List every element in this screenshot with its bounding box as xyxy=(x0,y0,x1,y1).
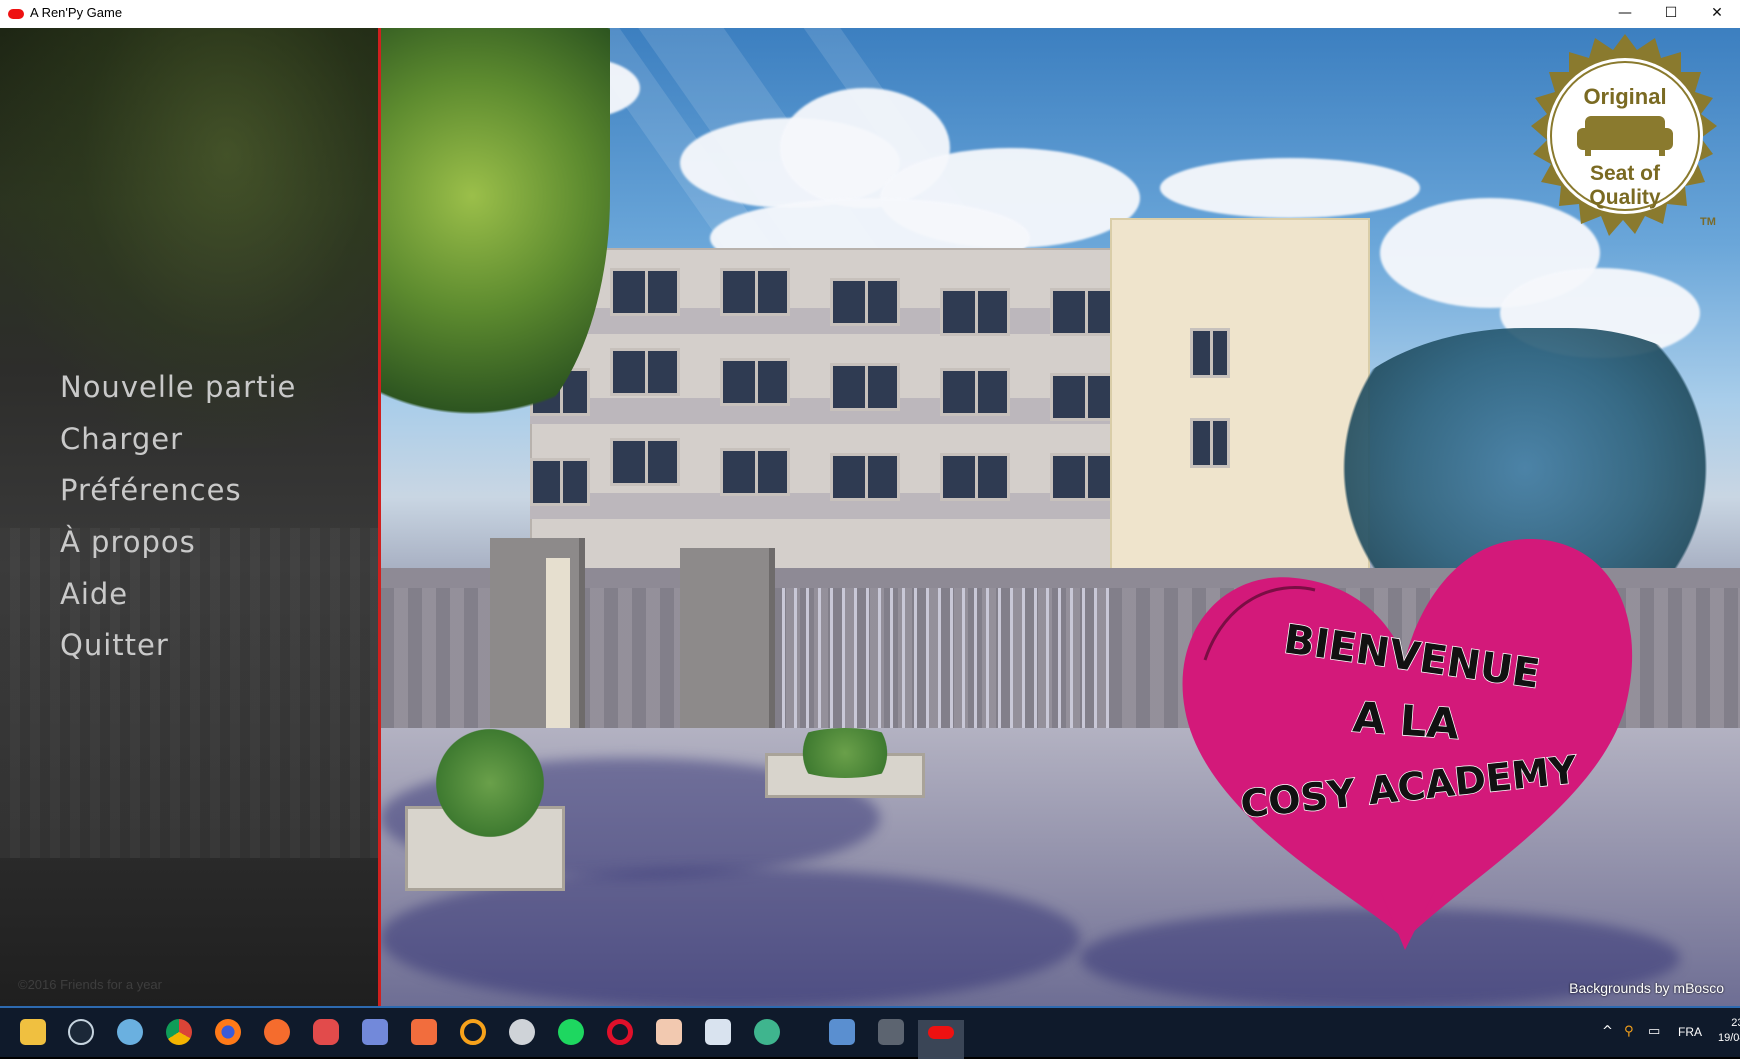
audio-icon[interactable] xyxy=(411,1019,437,1045)
discord-icon[interactable] xyxy=(362,1019,388,1045)
welcome-heart-sign: BIENVENUE A LA COSY ACADEMY xyxy=(1182,539,1633,950)
origin-icon[interactable] xyxy=(264,1019,290,1045)
menu-quit[interactable]: Quitter xyxy=(60,628,169,662)
gate-pillar xyxy=(490,538,585,748)
renpy-icon[interactable] xyxy=(928,1026,954,1039)
window xyxy=(610,438,680,486)
window xyxy=(1190,418,1230,468)
badge-line1: Original xyxy=(1583,84,1666,109)
game-viewport: Backgrounds by mBosco Original Seat of Q… xyxy=(0,28,1740,1006)
notepad-icon[interactable] xyxy=(705,1019,731,1045)
panel-fence-shade xyxy=(0,528,378,858)
spotify-icon[interactable] xyxy=(558,1019,584,1045)
menu-about[interactable]: À propos xyxy=(60,525,196,559)
tray-chevron-up-icon[interactable]: ^ xyxy=(1602,1024,1613,1039)
tray-clock[interactable]: 23 19/04 xyxy=(1718,1016,1740,1046)
search-tool-icon[interactable] xyxy=(460,1019,486,1045)
window xyxy=(1190,328,1230,378)
photos-icon[interactable] xyxy=(829,1019,855,1045)
window xyxy=(940,368,1010,416)
game-window-icon[interactable] xyxy=(878,1019,904,1045)
menu-preferences[interactable]: Préférences xyxy=(60,473,242,507)
window xyxy=(530,458,590,506)
file-explorer-icon[interactable] xyxy=(20,1019,46,1045)
opera-icon[interactable] xyxy=(607,1019,633,1045)
badge-trademark: TM xyxy=(1700,216,1716,228)
badge-line2: Seat of xyxy=(1590,162,1661,185)
chrome-icon[interactable] xyxy=(166,1019,192,1045)
window xyxy=(830,453,900,501)
steam-icon[interactable] xyxy=(68,1019,94,1045)
paint-icon[interactable] xyxy=(117,1019,143,1045)
menu-new-game[interactable]: Nouvelle partie xyxy=(60,370,296,404)
tray-language[interactable]: FRA xyxy=(1678,1025,1702,1039)
heart-line2: A LA xyxy=(1351,692,1461,748)
window xyxy=(610,348,680,396)
gate-name-sign xyxy=(546,558,570,728)
minimize-button[interactable]: — xyxy=(1602,0,1648,28)
tray-network-icon[interactable]: ▭ xyxy=(1648,1024,1660,1039)
shrub xyxy=(780,728,910,778)
window xyxy=(940,288,1010,336)
school-gate xyxy=(770,588,1110,738)
tray-date-text: 19/04 xyxy=(1718,1032,1740,1044)
gamepad-icon[interactable] xyxy=(313,1019,339,1045)
window xyxy=(720,358,790,406)
window xyxy=(610,268,680,316)
sofa-icon xyxy=(1577,116,1673,156)
window xyxy=(940,453,1010,501)
disc-icon[interactable] xyxy=(509,1019,535,1045)
window xyxy=(720,268,790,316)
window-title: A Ren'Py Game xyxy=(30,5,123,20)
tray-time-text: 23 xyxy=(1731,1017,1740,1029)
window xyxy=(830,278,900,326)
copyright-text: ©2016 Friends for a year xyxy=(18,977,162,992)
window xyxy=(720,448,790,496)
menu-divider-line xyxy=(378,28,381,1006)
close-button[interactable]: ✕ xyxy=(1694,0,1740,28)
background-credit: Backgrounds by mBosco xyxy=(1569,980,1724,996)
gate-pillar xyxy=(680,548,775,758)
tray-search-icon[interactable]: ⚲ xyxy=(1624,1024,1634,1039)
firefox-icon[interactable] xyxy=(215,1019,241,1045)
maximize-button[interactable]: ☐ xyxy=(1648,0,1694,28)
cloud xyxy=(1160,158,1420,218)
character-app-icon[interactable] xyxy=(656,1019,682,1045)
menu-help[interactable]: Aide xyxy=(60,577,128,611)
atom-icon[interactable] xyxy=(754,1019,780,1045)
window-titlebar: A Ren'Py Game — ☐ ✕ xyxy=(0,0,1740,29)
shrub xyxy=(420,728,560,838)
renpy-app-icon xyxy=(8,9,24,19)
window xyxy=(830,363,900,411)
menu-load[interactable]: Charger xyxy=(60,422,183,456)
windows-taskbar: ^ ⚲ ▭ FRA 23 19/04 xyxy=(0,1006,1740,1059)
badge-line3: Quality xyxy=(1589,186,1661,209)
main-menu-panel: Nouvelle partie Charger Préférences À pr… xyxy=(0,28,378,1006)
